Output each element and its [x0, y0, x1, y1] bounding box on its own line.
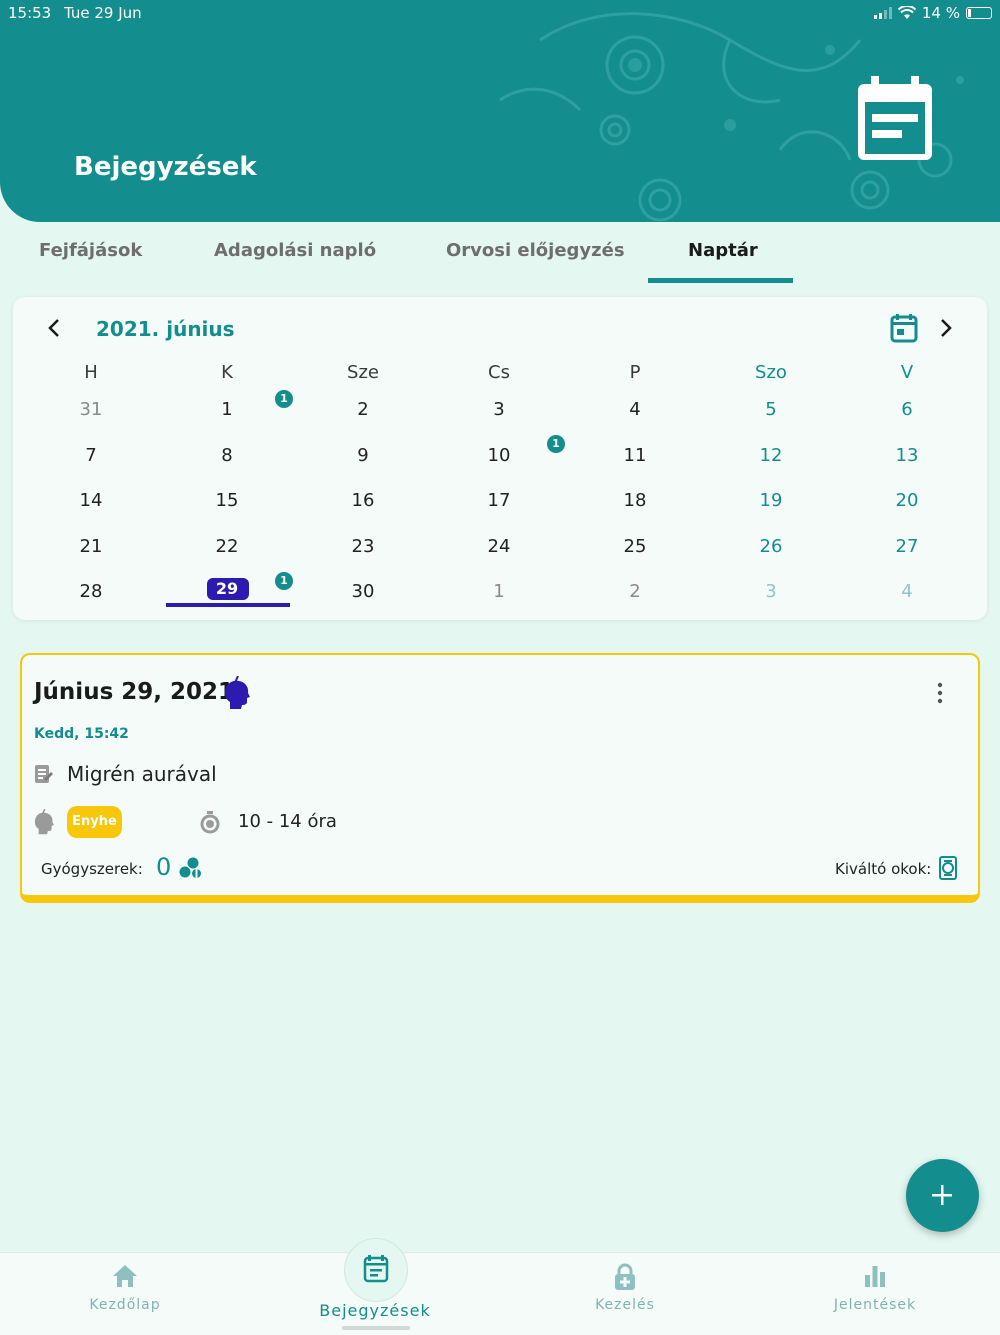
calendar-day[interactable]: 18 — [605, 490, 665, 511]
home-icon — [113, 1265, 137, 1287]
home-indicator-bar — [342, 1326, 410, 1330]
entry-time: Kedd, 15:42 — [34, 726, 129, 742]
migraine-head-icon — [225, 676, 250, 709]
calendar-day[interactable]: 26 — [741, 536, 801, 557]
event-count-badge: 1 — [275, 390, 293, 408]
more-vert-icon[interactable] — [932, 682, 948, 704]
calendar-day[interactable]: 1 — [469, 581, 529, 602]
weekday-label: Cs — [488, 362, 510, 383]
nav-label: Kezdőlap — [89, 1297, 161, 1313]
header: Bejegyzések — [0, 0, 1000, 222]
calendar-day[interactable]: 31 — [61, 399, 121, 420]
calendar-day[interactable]: 3 — [469, 399, 529, 420]
calendar-day[interactable]: 15 — [197, 490, 257, 511]
weekday-label: V — [900, 362, 914, 383]
status-bar: 15:53 Tue 29 Jun 14 % — [0, 0, 1000, 26]
calendar-day[interactable]: 8 — [197, 445, 257, 466]
chart-icon — [865, 1266, 885, 1287]
pills-icon — [179, 857, 201, 878]
event-count-badge: 1 — [547, 435, 565, 453]
selected-day-underline — [166, 603, 290, 607]
add-entry-button[interactable] — [906, 1159, 979, 1232]
calendar-day[interactable]: 21 — [61, 536, 121, 557]
entry-date: Június 29, 2021 — [34, 679, 235, 705]
lock-icon — [615, 1263, 635, 1290]
weekday-label: P — [629, 362, 641, 383]
tab-calendar[interactable]: Naptár — [688, 240, 758, 261]
nav-label: Bejegyzések — [319, 1301, 431, 1320]
tab-bar: Fejfájások Adagolási napló Orvosi előjeg… — [0, 222, 1000, 286]
nav-label: Jelentések — [833, 1297, 917, 1313]
calendar-icon[interactable] — [890, 313, 918, 343]
calendar-icon — [363, 1255, 389, 1283]
weekday-label: K — [221, 362, 233, 383]
chevron-right-icon[interactable] — [934, 316, 956, 340]
calendar-day[interactable]: 1 — [197, 399, 257, 420]
calendar-day[interactable]: 12 — [741, 445, 801, 466]
calendar-day[interactable]: 16 — [333, 490, 393, 511]
battery-percent: 14 % — [921, 4, 960, 22]
calendar-day[interactable]: 7 — [61, 445, 121, 466]
calendar-day[interactable]: 10 — [469, 445, 529, 466]
wifi-icon — [897, 6, 916, 19]
calendar-day[interactable]: 17 — [469, 490, 529, 511]
entry-duration: 10 - 14 óra — [238, 811, 337, 832]
status-indicators: 14 % — [873, 4, 992, 22]
trigger-icon — [939, 856, 957, 880]
entry-diagnosis: Migrén aurával — [67, 762, 217, 786]
calendar-day[interactable]: 2 — [605, 581, 665, 602]
calendar-day[interactable]: 13 — [877, 445, 937, 466]
note-icon — [35, 765, 53, 783]
migraine-head-icon — [34, 809, 54, 835]
calendar-icon — [858, 76, 932, 160]
signal-icon — [873, 7, 892, 19]
calendar-day[interactable]: 19 — [741, 490, 801, 511]
tab-headaches[interactable]: Fejfájások — [39, 240, 142, 261]
nav-reports[interactable]: Jelentések — [750, 1253, 1000, 1335]
status-date: Tue 29 Jun — [64, 4, 142, 22]
calendar-day[interactable]: 28 — [61, 581, 121, 602]
calendar-day[interactable]: 2 — [333, 399, 393, 420]
severity-badge: Enyhe — [67, 806, 122, 838]
weekday-label: Sze — [347, 362, 379, 383]
calendar-day[interactable]: 27 — [877, 536, 937, 557]
nav-label: Kezelés — [595, 1297, 655, 1313]
battery-icon — [966, 7, 992, 19]
medications-label: Gyógyszerek: — [41, 860, 143, 878]
calendar-day[interactable]: 4 — [877, 581, 937, 602]
calendar-day[interactable]: 20 — [877, 490, 937, 511]
weekday-label: H — [84, 362, 98, 383]
weekday-label: Szo — [755, 362, 787, 383]
nav-active-indicator — [344, 1238, 408, 1302]
event-count-badge: 1 — [275, 572, 293, 590]
plus-icon — [932, 1185, 952, 1205]
calendar-day[interactable]: 6 — [877, 399, 937, 420]
bottom-navigation: Kezdőlap Bejegyzések Kezelés Jelentések — [0, 1252, 1000, 1335]
calendar-day[interactable]: 23 — [333, 536, 393, 557]
tab-dosage-log[interactable]: Adagolási napló — [214, 240, 376, 261]
calendar-day[interactable]: 9 — [333, 445, 393, 466]
triggers-label: Kiváltó okok: — [835, 860, 932, 878]
timer-icon — [200, 811, 220, 834]
active-tab-indicator — [648, 278, 793, 283]
calendar-day[interactable]: 25 — [605, 536, 665, 557]
tab-medical-appointments[interactable]: Orvosi előjegyzés — [446, 240, 625, 261]
calendar-day[interactable]: 24 — [469, 536, 529, 557]
calendar-day[interactable]: 14 — [61, 490, 121, 511]
calendar-day[interactable]: 22 — [197, 536, 257, 557]
nav-treatment[interactable]: Kezelés — [500, 1253, 750, 1335]
calendar-day[interactable]: 30 — [333, 581, 393, 602]
calendar-day-selected[interactable]: 29 — [197, 579, 257, 598]
calendar-day[interactable]: 4 — [605, 399, 665, 420]
chevron-left-icon[interactable] — [44, 316, 66, 340]
nav-home[interactable]: Kezdőlap — [0, 1253, 250, 1335]
page-title: Bejegyzések — [74, 152, 257, 182]
calendar-day[interactable]: 3 — [741, 581, 801, 602]
calendar-month-label: 2021. június — [96, 317, 235, 341]
medications-count: 0 — [156, 853, 172, 881]
status-time: 15:53 — [8, 4, 52, 22]
calendar-day[interactable]: 5 — [741, 399, 801, 420]
calendar-day[interactable]: 11 — [605, 445, 665, 466]
